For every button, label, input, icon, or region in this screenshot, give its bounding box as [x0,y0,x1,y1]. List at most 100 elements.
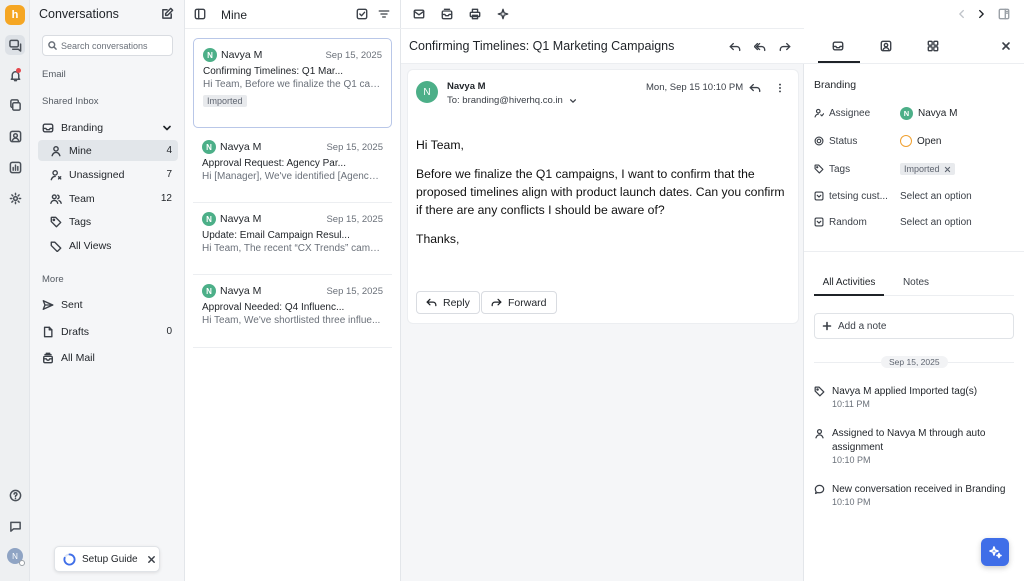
activity-item: Assigned to Navya M through auto assignm… [814,427,1014,465]
forward-button[interactable]: Forward [481,291,557,314]
tags-label: Tags [829,163,851,175]
tab-notes[interactable]: Notes [900,272,932,296]
contacts-icon[interactable] [5,126,25,146]
copy-icon[interactable] [5,95,25,115]
tags-row[interactable]: Tags Imported [814,160,1014,178]
tab-all-activities[interactable]: All Activities [814,272,884,296]
conversation-card[interactable]: N Navya M Sep 15, 2025 Approval Request: A… [193,131,392,203]
random-field-value[interactable]: Select an option [900,217,972,228]
tag-chip-label: Imported [904,164,940,174]
sidebar-item-all-views[interactable]: All Views [38,235,178,256]
chevron-down-icon[interactable] [162,123,172,133]
assignee-row[interactable]: Assignee N Navya M [814,104,1014,122]
conversation-card[interactable]: N Navya M Sep 15, 2025 Confirming Timeline… [193,38,392,128]
chevron-down-icon[interactable] [569,97,577,105]
sidebar-item-label: All Mail [61,351,95,364]
details-tab-contact-icon[interactable] [878,38,894,54]
app-logo[interactable]: h [5,5,25,25]
reply-icon[interactable] [727,39,743,55]
plus-icon [822,321,832,331]
reply-icon[interactable] [747,80,763,96]
user-icon [814,428,825,439]
custom-field-label: tetsing cust... [829,190,888,202]
random-field-row[interactable]: Random Select an option [814,213,1014,231]
reply-all-icon[interactable] [752,39,768,55]
tag-chip[interactable]: Imported [900,163,955,175]
assignee-icon [814,108,824,118]
reply-button[interactable]: Reply [416,291,480,314]
sender-avatar: N [202,284,216,298]
inbox-branding[interactable]: Branding [36,117,178,138]
details-tabs [804,29,1024,64]
archive-icon[interactable] [439,6,455,22]
user-avatar[interactable]: N [5,546,25,566]
all-mail-icon [42,352,54,364]
more-options-icon[interactable] [772,80,788,96]
feedback-icon[interactable] [5,516,25,536]
sender-avatar: N [202,140,216,154]
reply-icon [426,297,437,308]
thread-subject-bar: Confirming Timelines: Q1 Marketing Campa… [401,29,804,64]
divider [884,295,1014,296]
notifications-icon[interactable] [5,65,25,85]
conversation-card[interactable]: N Navya M Sep 15, 2025 Approval Needed: Q4… [193,275,392,348]
close-icon[interactable] [998,38,1014,54]
close-icon[interactable] [944,166,951,173]
settings-icon[interactable] [5,188,25,208]
dropdown-field-icon [814,217,824,227]
conversation-date: Sep 15, 2025 [326,141,383,153]
panel-toggle-icon[interactable] [194,8,206,20]
sidebar-item-count: 0 [166,326,172,337]
tab-label: Notes [902,277,930,288]
forward-icon [491,297,502,308]
sidebar-item-all-mail[interactable]: All Mail [36,347,178,368]
ai-assist-button[interactable] [981,538,1009,566]
ai-sparkle-icon[interactable] [495,6,511,22]
help-icon[interactable] [5,485,25,505]
select-all-icon[interactable] [356,8,368,20]
conversation-card[interactable]: N Navya M Sep 15, 2025 Update: Email Campa… [193,203,392,275]
sidebar-item-team[interactable]: Team 12 [38,188,178,209]
inbox-name: Branding [61,121,104,134]
sidebar-item-mine[interactable]: Mine 4 [38,140,178,161]
search-box[interactable] [42,35,173,56]
sidebar-item-drafts[interactable]: Drafts 0 [36,321,178,342]
date-divider: Sep 15, 2025 [881,356,948,368]
forward-icon[interactable] [777,39,793,55]
details-tab-apps-icon[interactable] [925,38,941,54]
conversation-subject: Approval Needed: Q4 Influenc... [202,302,345,313]
sender-name: Navya M [220,213,262,225]
compose-icon[interactable] [161,7,174,20]
recipient-line[interactable]: To: branding@hiverhq.co.in [447,95,577,106]
sidebar-item-unassigned[interactable]: Unassigned 7 [38,164,178,185]
custom-field-row[interactable]: tetsing cust... Select an option [814,187,1014,205]
close-icon[interactable] [147,555,156,564]
custom-field-value[interactable]: Select an option [900,191,972,202]
print-icon[interactable] [467,6,483,22]
message-time: Mon, Sep 15 10:10 PM [646,82,744,93]
sidebar-item-count: 7 [166,169,172,180]
filter-icon[interactable] [378,8,390,20]
sidebar-item-sent[interactable]: Sent [36,294,178,315]
add-note-box[interactable]: Add a note [814,313,1014,339]
app-rail: h N [0,0,30,581]
details-tab-inbox-icon[interactable] [830,38,846,54]
sidebar-item-count: 12 [160,193,172,204]
email-section-label: Email [42,69,66,80]
conversation-preview: Hi [Manager], We've identified [Agency .… [202,171,383,182]
analytics-icon[interactable] [5,157,25,177]
activity-time: 10:10 PM [832,455,871,465]
status-row[interactable]: Status Open [814,132,1014,150]
conversations-icon[interactable] [5,35,25,55]
sidebar-item-tags[interactable]: Tags [38,211,178,232]
sidebar-item-label: Unassigned [69,168,125,181]
setup-guide-button[interactable]: Setup Guide [54,546,160,572]
conversation-date: Sep 15, 2025 [325,49,382,61]
mail-icon[interactable] [411,6,427,22]
panel-layout-icon[interactable] [998,8,1010,20]
conversation-list: Mine N Navya M Sep 15, 2025 Confirming Tim… [185,0,401,581]
prev-conversation-icon[interactable] [956,8,968,20]
message-greeting: Hi Team, [416,138,464,152]
next-conversation-icon[interactable] [975,8,987,20]
search-input[interactable] [61,40,166,51]
